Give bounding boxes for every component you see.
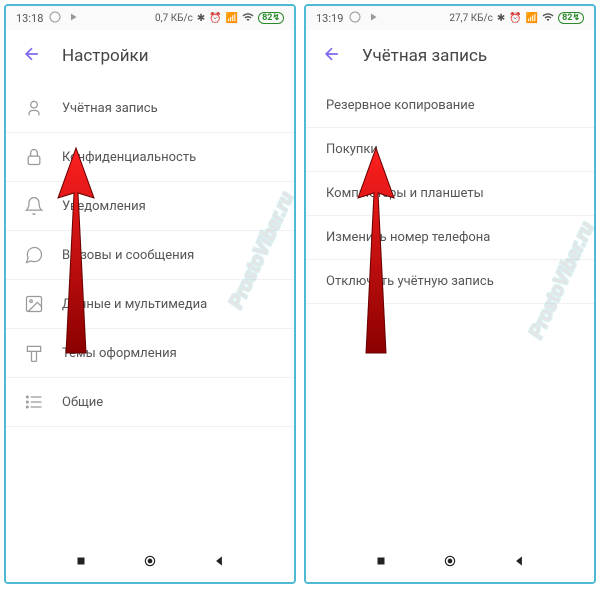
nav-back-button[interactable]: [212, 553, 226, 572]
menu-item-privacy[interactable]: Конфиденциальность: [6, 133, 294, 182]
menu-item-account[interactable]: Учётная запись: [6, 84, 294, 133]
nav-bar: [6, 542, 294, 582]
menu-item-themes[interactable]: Темы оформления: [6, 329, 294, 378]
nav-back-button[interactable]: [512, 553, 526, 572]
image-icon: [24, 294, 44, 314]
menu-label: Данные и мультимедиа: [62, 297, 207, 312]
account-menu: Резервное копирование Покупки Компьютеры…: [306, 78, 594, 542]
menu-label: Уведомления: [62, 199, 146, 214]
menu-item-data[interactable]: Данные и мультимедиа: [6, 280, 294, 329]
nav-bar: [306, 542, 594, 582]
signal-icon: 📶: [226, 13, 238, 24]
menu-item-calls[interactable]: Вызовы и сообщения: [6, 231, 294, 280]
menu-item-backup[interactable]: Резервное копирование: [306, 84, 594, 128]
menu-label: Вызовы и сообщения: [62, 248, 194, 263]
header-title: Учётная запись: [362, 46, 487, 66]
menu-label: Компьютеры и планшеты: [326, 186, 484, 201]
back-button[interactable]: [322, 44, 342, 68]
wifi-icon: [542, 11, 554, 26]
bluetooth-icon: ✱: [197, 13, 205, 24]
nav-recent-button[interactable]: [374, 553, 388, 572]
battery-indicator: 82↯: [258, 12, 284, 24]
menu-item-general[interactable]: Общие: [6, 378, 294, 427]
play-icon: [367, 11, 379, 26]
status-bar: 13:18 0,7 КБ/с ✱ ⏰ 📶 82↯: [6, 6, 294, 30]
menu-label: Покупки: [326, 142, 378, 157]
menu-label: Учётная запись: [62, 101, 158, 116]
dnd-icon: [49, 11, 61, 26]
status-time: 13:19: [316, 12, 343, 25]
app-header: Учётная запись: [306, 30, 594, 78]
wifi-icon: [242, 11, 254, 26]
bluetooth-icon: ✱: [497, 13, 505, 24]
menu-item-deactivate[interactable]: Отключить учётную запись: [306, 260, 594, 304]
battery-indicator: 82↯: [558, 12, 584, 24]
menu-item-devices[interactable]: Компьютеры и планшеты: [306, 172, 594, 216]
menu-label: Общие: [62, 395, 103, 410]
menu-label: Изменить номер телефона: [326, 230, 490, 245]
list-icon: [24, 392, 44, 412]
data-rate: 27,7 КБ/с: [449, 13, 492, 24]
nav-recent-button[interactable]: [74, 553, 88, 572]
header-title: Настройки: [62, 46, 149, 66]
menu-item-change-number[interactable]: Изменить номер телефона: [306, 216, 594, 260]
alarm-icon: ⏰: [209, 13, 221, 24]
user-icon: [24, 98, 44, 118]
alarm-icon: ⏰: [509, 13, 521, 24]
status-bar: 13:19 27,7 КБ/с ✱ ⏰ 📶 82↯: [306, 6, 594, 30]
data-rate: 0,7 КБ/с: [155, 13, 193, 24]
chat-icon: [24, 245, 44, 265]
menu-label: Резервное копирование: [326, 98, 475, 113]
menu-item-purchases[interactable]: Покупки: [306, 128, 594, 172]
menu-label: Конфиденциальность: [62, 150, 196, 165]
bell-icon: [24, 196, 44, 216]
status-time: 13:18: [16, 12, 43, 25]
phone-screen-account: 13:19 27,7 КБ/с ✱ ⏰ 📶 82↯ Учётная запись: [304, 4, 596, 584]
menu-label: Темы оформления: [62, 346, 177, 361]
settings-menu: Учётная запись Конфиденциальность Уведом…: [6, 78, 294, 542]
play-icon: [67, 11, 79, 26]
menu-item-notifications[interactable]: Уведомления: [6, 182, 294, 231]
brush-icon: [24, 343, 44, 363]
lock-icon: [24, 147, 44, 167]
app-header: Настройки: [6, 30, 294, 78]
back-button[interactable]: [22, 44, 42, 68]
dnd-icon: [349, 11, 361, 26]
nav-home-button[interactable]: [443, 553, 457, 572]
phone-screen-settings: 13:18 0,7 КБ/с ✱ ⏰ 📶 82↯ Настройки: [4, 4, 296, 584]
nav-home-button[interactable]: [143, 553, 157, 572]
menu-label: Отключить учётную запись: [326, 274, 494, 289]
signal-icon: 📶: [526, 13, 538, 24]
